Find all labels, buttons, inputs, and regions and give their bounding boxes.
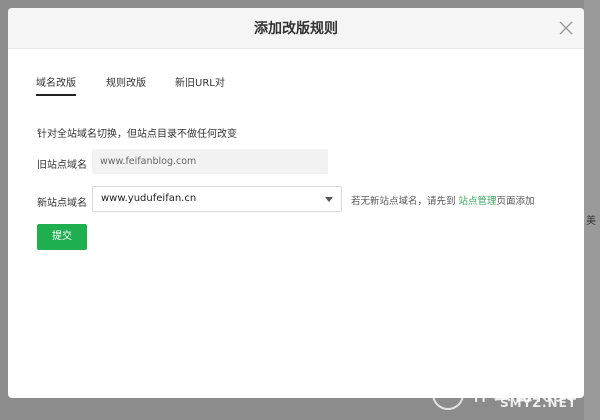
tab-domain-change[interactable]: 域名改版 <box>36 74 76 96</box>
new-domain-selected-value: www.yudufeifan.cn <box>101 193 197 204</box>
watermark-logo-icon <box>432 378 464 410</box>
submit-button[interactable]: 提交 <box>37 224 87 250</box>
modal-title: 添加改版规则 <box>254 21 338 37</box>
site-management-link[interactable]: 站点管理 <box>459 196 497 207</box>
hint-prefix: 若无新站点域名，请先到 <box>351 196 459 207</box>
new-domain-label: 新站点域名 <box>37 198 87 209</box>
hint-suffix: 页面添加 <box>496 196 535 207</box>
tab-old-new-url[interactable]: 新旧URL对 <box>175 74 225 89</box>
chevron-down-icon <box>325 197 333 202</box>
background-text: 美 <box>586 216 596 227</box>
description-text: 针对全站域名切换，但站点目录不做任何改变 <box>37 129 237 140</box>
hint-text: 若无新站点域名，请先到 站点管理页面添加 <box>351 193 535 207</box>
old-domain-field[interactable]: www.feifanblog.com <box>92 149 328 174</box>
old-domain-label: 旧站点域名 <box>37 160 87 171</box>
add-rule-modal: 添加改版规则 域名改版 规则改版 新旧URL对 针对全站域名切换，但站点目录不做… <box>8 8 584 398</box>
watermark-sub: SMYZ.NET <box>500 396 577 410</box>
backdrop-page <box>584 0 600 420</box>
tab-rule-change[interactable]: 规则改版 <box>106 74 146 89</box>
modal-header: 添加改版规则 <box>8 8 584 49</box>
close-icon[interactable] <box>558 20 574 36</box>
new-domain-select[interactable]: www.yudufeifan.cn <box>92 186 342 212</box>
watermark: 什么值得买 SMYZ.NET <box>432 378 600 414</box>
